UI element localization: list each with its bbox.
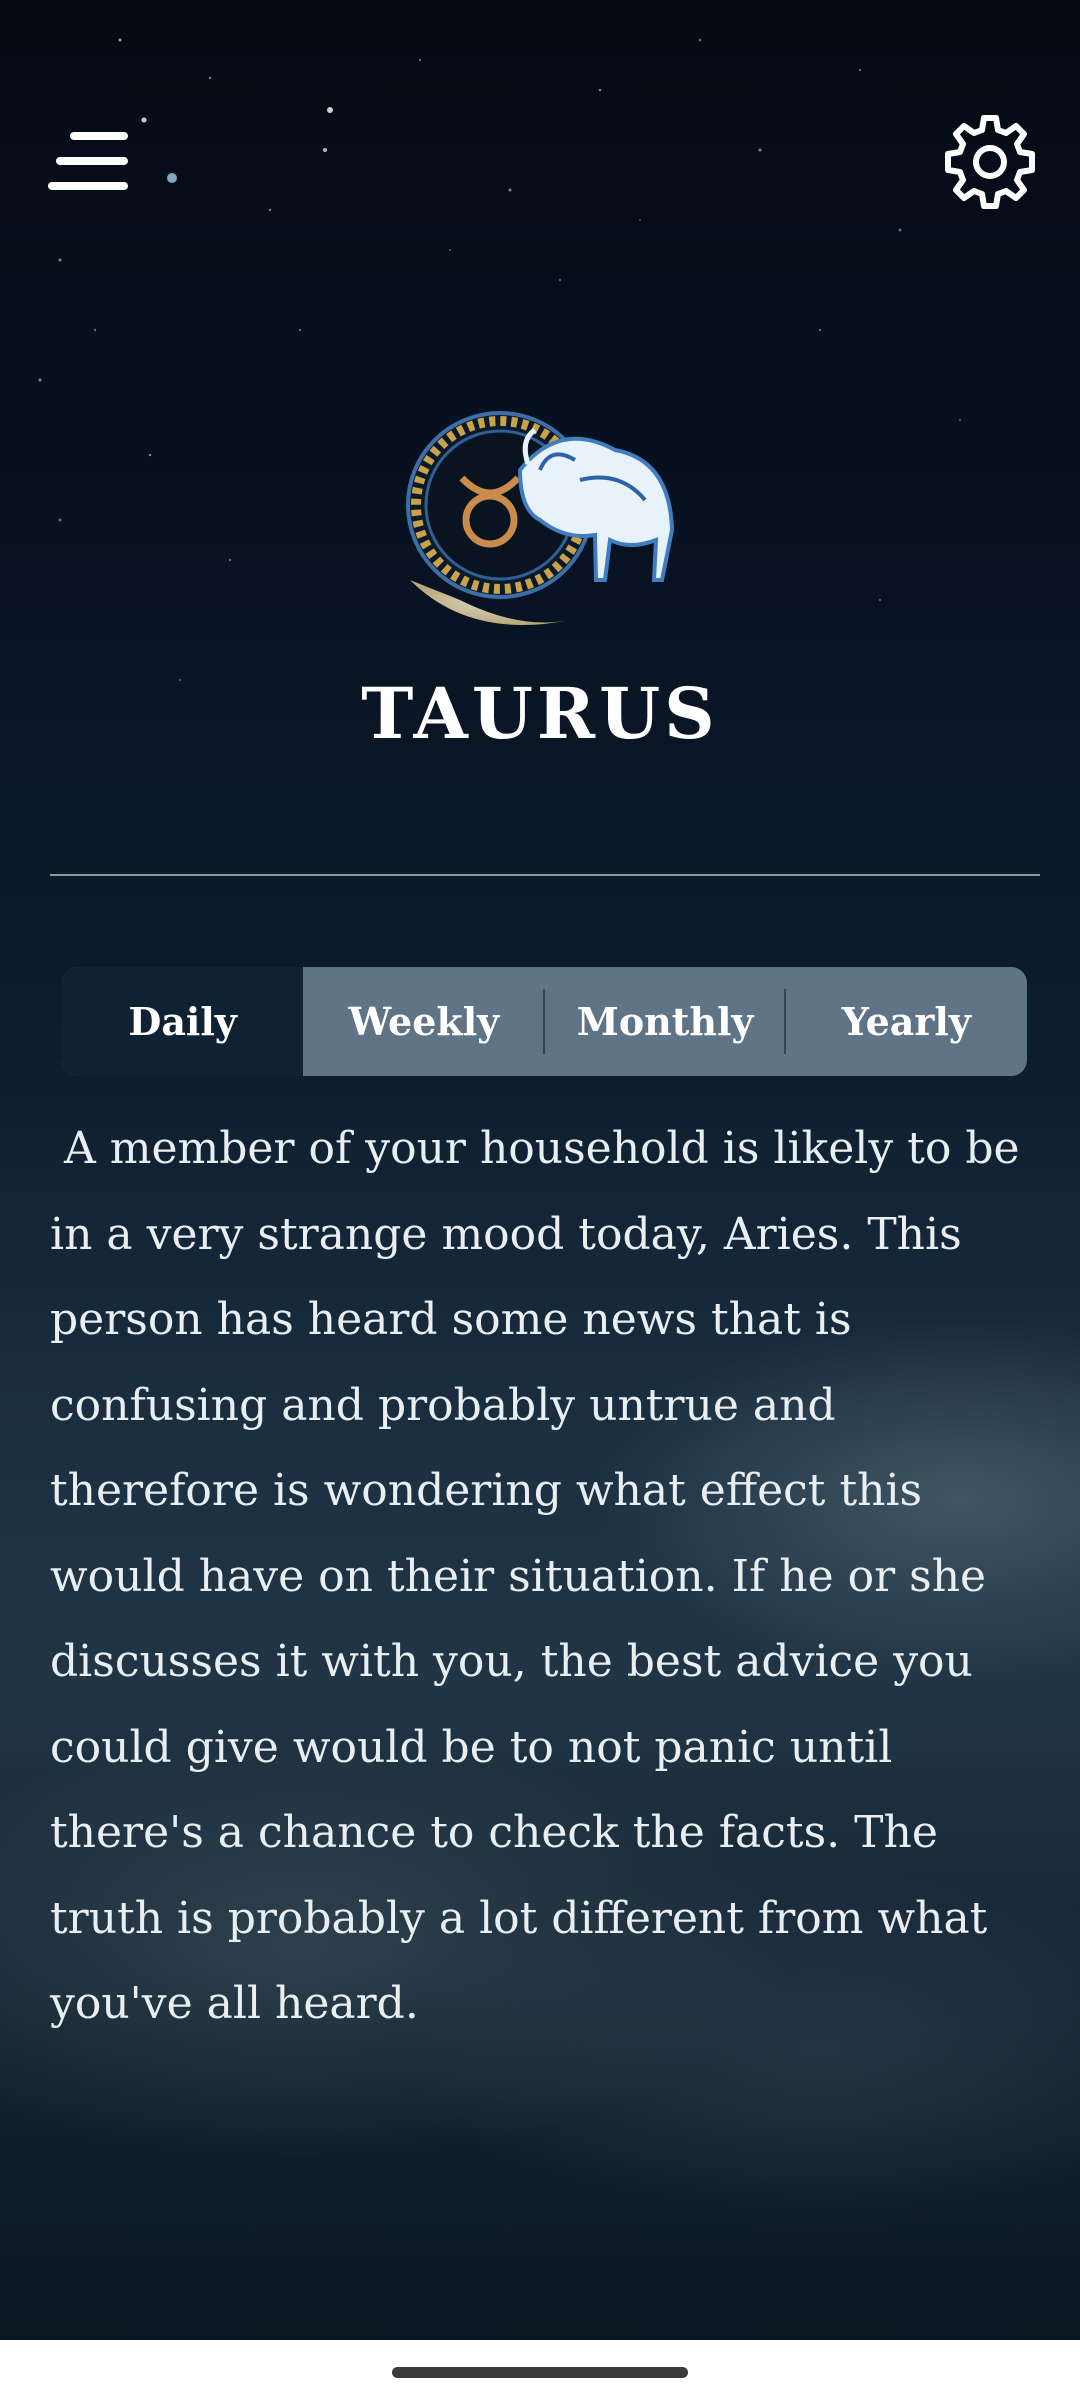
tab-label: Monthly bbox=[576, 999, 754, 1044]
tab-label: Weekly bbox=[348, 999, 500, 1044]
tab-yearly[interactable]: Yearly bbox=[786, 967, 1027, 1076]
horoscope-text: A member of your household is likely to … bbox=[50, 1123, 1034, 2029]
tab-weekly[interactable]: Weekly bbox=[303, 967, 545, 1076]
period-tabs: Daily Weekly Monthly Yearly bbox=[62, 967, 1027, 1076]
gear-icon[interactable] bbox=[940, 112, 1040, 212]
section-divider bbox=[50, 874, 1040, 876]
home-indicator[interactable] bbox=[392, 2367, 688, 2378]
tab-daily[interactable]: Daily bbox=[62, 967, 304, 1076]
taurus-emblem-icon bbox=[406, 411, 675, 625]
tab-monthly[interactable]: Monthly bbox=[545, 967, 786, 1076]
tab-label: Daily bbox=[128, 999, 237, 1044]
menu-icon[interactable] bbox=[48, 132, 130, 192]
zodiac-sign-title: TAURUS bbox=[361, 672, 719, 755]
horoscope-screen: TAURUS Daily Weekly Monthly Yearly A mem… bbox=[0, 0, 1080, 2340]
tab-label: Yearly bbox=[841, 999, 971, 1044]
